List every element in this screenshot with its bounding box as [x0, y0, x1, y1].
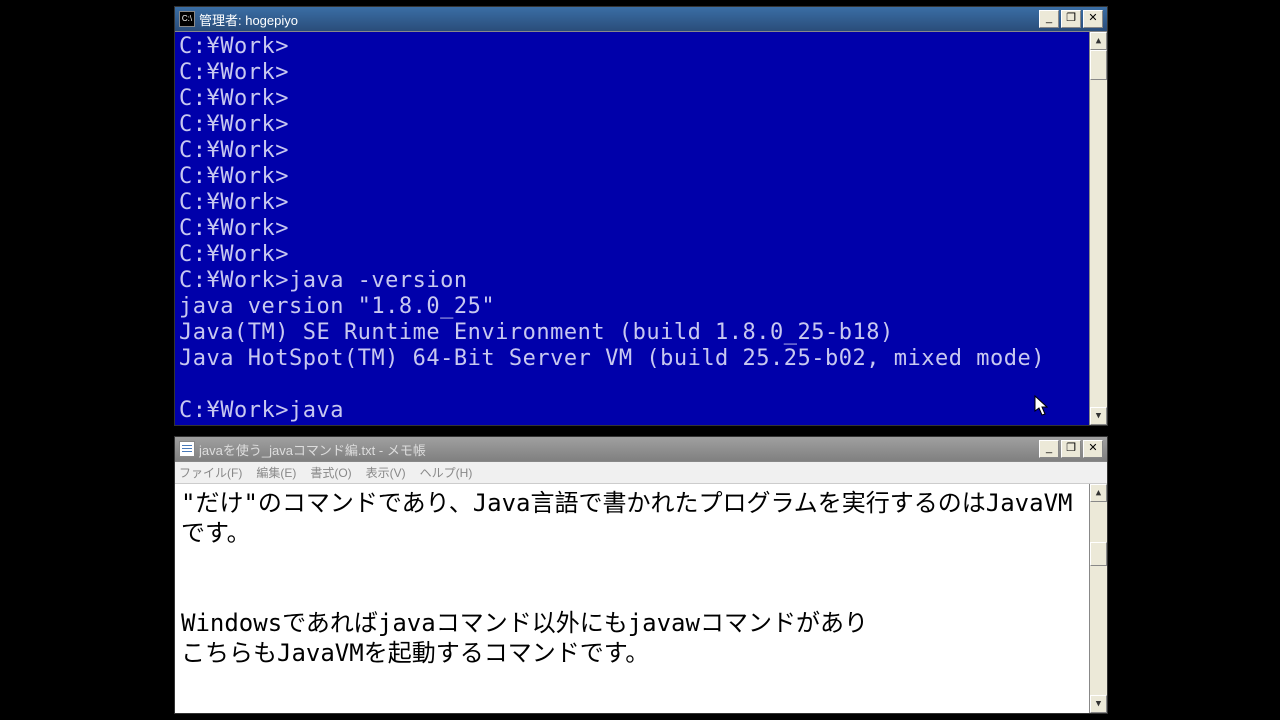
- notepad-menubar: ファイル(F) 編集(E) 書式(O) 表示(V) ヘルプ(H): [175, 462, 1107, 484]
- minimize-button[interactable]: _: [1039, 440, 1059, 458]
- scroll-thumb[interactable]: [1090, 50, 1107, 80]
- scroll-thumb[interactable]: [1090, 542, 1107, 566]
- cmd-icon: C:\: [179, 11, 195, 27]
- notepad-text[interactable]: "だけ"のコマンドであり、Java言語で書かれたプログラムを実行するのはJava…: [175, 484, 1089, 713]
- console-window: C:\ 管理者: hogepiyo _ ❐ ✕ C:¥Work> C:¥Work…: [174, 6, 1108, 426]
- scroll-down-button[interactable]: ▼: [1090, 695, 1107, 713]
- notepad-title: javaを使う_javaコマンド編.txt - メモ帳: [199, 440, 1035, 459]
- console-output[interactable]: C:¥Work> C:¥Work> C:¥Work> C:¥Work> C:¥W…: [175, 32, 1089, 425]
- notepad-window-controls: _ ❐ ✕: [1039, 440, 1103, 458]
- scroll-track[interactable]: [1090, 502, 1107, 695]
- menu-help[interactable]: ヘルプ(H): [420, 464, 473, 481]
- maximize-button[interactable]: ❐: [1061, 440, 1081, 458]
- maximize-button[interactable]: ❐: [1061, 10, 1081, 28]
- console-titlebar[interactable]: C:\ 管理者: hogepiyo _ ❐ ✕: [175, 7, 1107, 31]
- console-title: 管理者: hogepiyo: [199, 10, 1035, 29]
- scroll-down-button[interactable]: ▼: [1090, 407, 1107, 425]
- minimize-button[interactable]: _: [1039, 10, 1059, 28]
- menu-view[interactable]: 表示(V): [366, 464, 406, 481]
- console-client: C:¥Work> C:¥Work> C:¥Work> C:¥Work> C:¥W…: [175, 31, 1107, 425]
- menu-file[interactable]: ファイル(F): [179, 464, 242, 481]
- scroll-up-button[interactable]: ▲: [1090, 484, 1107, 502]
- notepad-window: javaを使う_javaコマンド編.txt - メモ帳 _ ❐ ✕ ファイル(F…: [174, 436, 1108, 714]
- menu-edit[interactable]: 編集(E): [256, 464, 296, 481]
- notepad-icon: [179, 441, 195, 457]
- notepad-scrollbar[interactable]: ▲ ▼: [1089, 484, 1107, 713]
- console-window-controls: _ ❐ ✕: [1039, 10, 1103, 28]
- scroll-track[interactable]: [1090, 50, 1107, 407]
- menu-format[interactable]: 書式(O): [310, 464, 351, 481]
- console-scrollbar[interactable]: ▲ ▼: [1089, 32, 1107, 425]
- scroll-up-button[interactable]: ▲: [1090, 32, 1107, 50]
- notepad-titlebar[interactable]: javaを使う_javaコマンド編.txt - メモ帳 _ ❐ ✕: [175, 437, 1107, 461]
- close-button[interactable]: ✕: [1083, 10, 1103, 28]
- close-button[interactable]: ✕: [1083, 440, 1103, 458]
- notepad-client: ファイル(F) 編集(E) 書式(O) 表示(V) ヘルプ(H) "だけ"のコマ…: [175, 461, 1107, 713]
